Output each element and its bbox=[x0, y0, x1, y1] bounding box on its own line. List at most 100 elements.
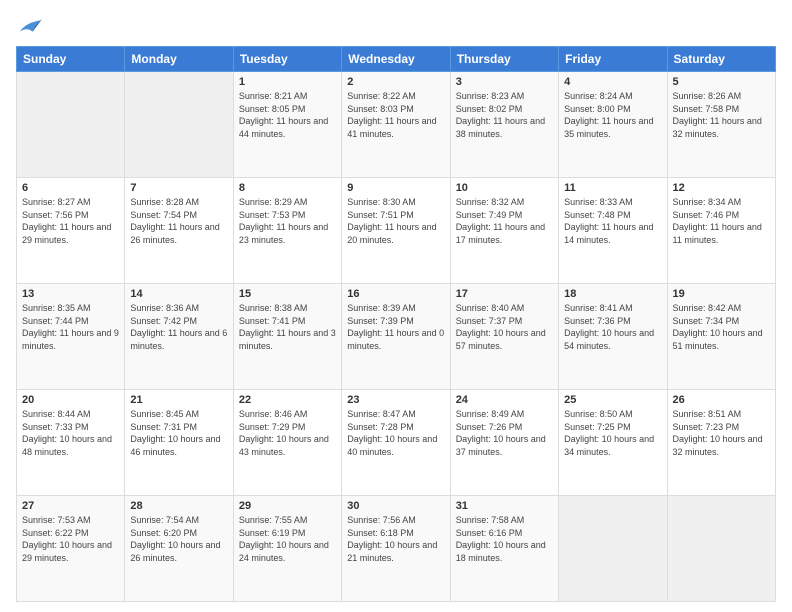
week-row-2: 6Sunrise: 8:27 AMSunset: 7:56 PMDaylight… bbox=[17, 178, 776, 284]
day-info: Sunrise: 8:36 AMSunset: 7:42 PMDaylight:… bbox=[130, 302, 227, 352]
calendar-cell: 29 Sunrise: 7:55 AMSunset: 6:19 PMDayligh… bbox=[233, 496, 341, 602]
calendar-cell: 20 Sunrise: 8:44 AMSunset: 7:33 PMDayligh… bbox=[17, 390, 125, 496]
day-number: 16 bbox=[347, 288, 444, 300]
day-number: 28 bbox=[130, 500, 227, 512]
day-info: Sunrise: 8:23 AMSunset: 8:02 PMDaylight:… bbox=[456, 90, 553, 140]
day-number: 26 bbox=[673, 394, 770, 406]
day-info: Sunrise: 8:47 AMSunset: 7:28 PMDaylight:… bbox=[347, 408, 444, 458]
calendar-cell: 27 Sunrise: 7:53 AMSunset: 6:22 PMDayligh… bbox=[17, 496, 125, 602]
weekday-header-row: SundayMondayTuesdayWednesdayThursdayFrid… bbox=[17, 47, 776, 72]
day-number: 18 bbox=[564, 288, 661, 300]
day-number: 24 bbox=[456, 394, 553, 406]
calendar-cell: 22 Sunrise: 8:46 AMSunset: 7:29 PMDayligh… bbox=[233, 390, 341, 496]
calendar-cell bbox=[17, 72, 125, 178]
day-number: 22 bbox=[239, 394, 336, 406]
weekday-header-saturday: Saturday bbox=[667, 47, 775, 72]
day-number: 29 bbox=[239, 500, 336, 512]
day-number: 6 bbox=[22, 182, 119, 194]
calendar-cell: 23 Sunrise: 8:47 AMSunset: 7:28 PMDayligh… bbox=[342, 390, 450, 496]
day-number: 30 bbox=[347, 500, 444, 512]
day-number: 17 bbox=[456, 288, 553, 300]
calendar-cell: 28 Sunrise: 7:54 AMSunset: 6:20 PMDayligh… bbox=[125, 496, 233, 602]
day-number: 9 bbox=[347, 182, 444, 194]
calendar-cell: 15 Sunrise: 8:38 AMSunset: 7:41 PMDayligh… bbox=[233, 284, 341, 390]
calendar-cell: 3 Sunrise: 8:23 AMSunset: 8:02 PMDaylight… bbox=[450, 72, 558, 178]
calendar-cell bbox=[559, 496, 667, 602]
calendar-cell: 4 Sunrise: 8:24 AMSunset: 8:00 PMDaylight… bbox=[559, 72, 667, 178]
day-info: Sunrise: 7:55 AMSunset: 6:19 PMDaylight:… bbox=[239, 514, 336, 564]
day-info: Sunrise: 8:41 AMSunset: 7:36 PMDaylight:… bbox=[564, 302, 661, 352]
calendar-cell: 26 Sunrise: 8:51 AMSunset: 7:23 PMDayligh… bbox=[667, 390, 775, 496]
weekday-header-tuesday: Tuesday bbox=[233, 47, 341, 72]
day-info: Sunrise: 8:22 AMSunset: 8:03 PMDaylight:… bbox=[347, 90, 444, 140]
calendar-cell: 12 Sunrise: 8:34 AMSunset: 7:46 PMDayligh… bbox=[667, 178, 775, 284]
day-number: 2 bbox=[347, 76, 444, 88]
day-info: Sunrise: 7:53 AMSunset: 6:22 PMDaylight:… bbox=[22, 514, 119, 564]
weekday-header-sunday: Sunday bbox=[17, 47, 125, 72]
day-info: Sunrise: 8:46 AMSunset: 7:29 PMDaylight:… bbox=[239, 408, 336, 458]
day-info: Sunrise: 8:40 AMSunset: 7:37 PMDaylight:… bbox=[456, 302, 553, 352]
day-info: Sunrise: 8:50 AMSunset: 7:25 PMDaylight:… bbox=[564, 408, 661, 458]
day-number: 21 bbox=[130, 394, 227, 406]
day-number: 20 bbox=[22, 394, 119, 406]
calendar-cell: 31Sunrise: 7:58 AMSunset: 6:16 PMDayligh… bbox=[450, 496, 558, 602]
day-info: Sunrise: 8:26 AMSunset: 7:58 PMDaylight:… bbox=[673, 90, 770, 140]
day-info: Sunrise: 8:30 AMSunset: 7:51 PMDaylight:… bbox=[347, 196, 444, 246]
day-info: Sunrise: 7:56 AMSunset: 6:18 PMDaylight:… bbox=[347, 514, 444, 564]
day-info: Sunrise: 8:33 AMSunset: 7:48 PMDaylight:… bbox=[564, 196, 661, 246]
day-number: 31 bbox=[456, 500, 553, 512]
day-info: Sunrise: 8:49 AMSunset: 7:26 PMDaylight:… bbox=[456, 408, 553, 458]
weekday-header-wednesday: Wednesday bbox=[342, 47, 450, 72]
calendar-cell: 6Sunrise: 8:27 AMSunset: 7:56 PMDaylight… bbox=[17, 178, 125, 284]
calendar-cell: 18 Sunrise: 8:41 AMSunset: 7:36 PMDayligh… bbox=[559, 284, 667, 390]
day-info: Sunrise: 8:38 AMSunset: 7:41 PMDaylight:… bbox=[239, 302, 336, 352]
weekday-header-friday: Friday bbox=[559, 47, 667, 72]
day-info: Sunrise: 8:39 AMSunset: 7:39 PMDaylight:… bbox=[347, 302, 444, 352]
day-info: Sunrise: 8:45 AMSunset: 7:31 PMDaylight:… bbox=[130, 408, 227, 458]
day-number: 1 bbox=[239, 76, 336, 88]
calendar-cell: 2 Sunrise: 8:22 AMSunset: 8:03 PMDaylight… bbox=[342, 72, 450, 178]
day-info: Sunrise: 8:51 AMSunset: 7:23 PMDaylight:… bbox=[673, 408, 770, 458]
day-info: Sunrise: 8:42 AMSunset: 7:34 PMDaylight:… bbox=[673, 302, 770, 352]
logo bbox=[16, 16, 42, 36]
day-info: Sunrise: 8:21 AMSunset: 8:05 PMDaylight:… bbox=[239, 90, 336, 140]
calendar-cell bbox=[125, 72, 233, 178]
day-info: Sunrise: 8:35 AMSunset: 7:44 PMDaylight:… bbox=[22, 302, 119, 352]
calendar-cell: 30 Sunrise: 7:56 AMSunset: 6:18 PMDayligh… bbox=[342, 496, 450, 602]
day-info: Sunrise: 8:32 AMSunset: 7:49 PMDaylight:… bbox=[456, 196, 553, 246]
calendar-cell: 21 Sunrise: 8:45 AMSunset: 7:31 PMDayligh… bbox=[125, 390, 233, 496]
day-info: Sunrise: 8:24 AMSunset: 8:00 PMDaylight:… bbox=[564, 90, 661, 140]
calendar-cell: 8Sunrise: 8:29 AMSunset: 7:53 PMDaylight… bbox=[233, 178, 341, 284]
header bbox=[16, 16, 776, 36]
day-number: 27 bbox=[22, 500, 119, 512]
calendar-cell: 1 Sunrise: 8:21 AMSunset: 8:05 PMDaylight… bbox=[233, 72, 341, 178]
day-number: 23 bbox=[347, 394, 444, 406]
week-row-3: 13 Sunrise: 8:35 AMSunset: 7:44 PMDayligh… bbox=[17, 284, 776, 390]
calendar-cell: 25 Sunrise: 8:50 AMSunset: 7:25 PMDayligh… bbox=[559, 390, 667, 496]
day-number: 15 bbox=[239, 288, 336, 300]
calendar-cell: 5Sunrise: 8:26 AMSunset: 7:58 PMDaylight… bbox=[667, 72, 775, 178]
day-info: Sunrise: 8:44 AMSunset: 7:33 PMDaylight:… bbox=[22, 408, 119, 458]
day-number: 25 bbox=[564, 394, 661, 406]
day-info: Sunrise: 8:28 AMSunset: 7:54 PMDaylight:… bbox=[130, 196, 227, 246]
day-info: Sunrise: 7:54 AMSunset: 6:20 PMDaylight:… bbox=[130, 514, 227, 564]
calendar-cell: 10 Sunrise: 8:32 AMSunset: 7:49 PMDayligh… bbox=[450, 178, 558, 284]
calendar-cell: 24 Sunrise: 8:49 AMSunset: 7:26 PMDayligh… bbox=[450, 390, 558, 496]
day-number: 7 bbox=[130, 182, 227, 194]
page: SundayMondayTuesdayWednesdayThursdayFrid… bbox=[0, 0, 792, 612]
day-number: 10 bbox=[456, 182, 553, 194]
day-number: 11 bbox=[564, 182, 661, 194]
day-number: 4 bbox=[564, 76, 661, 88]
day-number: 12 bbox=[673, 182, 770, 194]
day-number: 13 bbox=[22, 288, 119, 300]
calendar-cell: 14 Sunrise: 8:36 AMSunset: 7:42 PMDayligh… bbox=[125, 284, 233, 390]
day-info: Sunrise: 8:29 AMSunset: 7:53 PMDaylight:… bbox=[239, 196, 336, 246]
calendar-cell bbox=[667, 496, 775, 602]
calendar-cell: 19Sunrise: 8:42 AMSunset: 7:34 PMDayligh… bbox=[667, 284, 775, 390]
week-row-1: 1 Sunrise: 8:21 AMSunset: 8:05 PMDaylight… bbox=[17, 72, 776, 178]
day-info: Sunrise: 8:34 AMSunset: 7:46 PMDaylight:… bbox=[673, 196, 770, 246]
day-number: 3 bbox=[456, 76, 553, 88]
day-number: 14 bbox=[130, 288, 227, 300]
week-row-4: 20 Sunrise: 8:44 AMSunset: 7:33 PMDayligh… bbox=[17, 390, 776, 496]
calendar-cell: 11 Sunrise: 8:33 AMSunset: 7:48 PMDayligh… bbox=[559, 178, 667, 284]
